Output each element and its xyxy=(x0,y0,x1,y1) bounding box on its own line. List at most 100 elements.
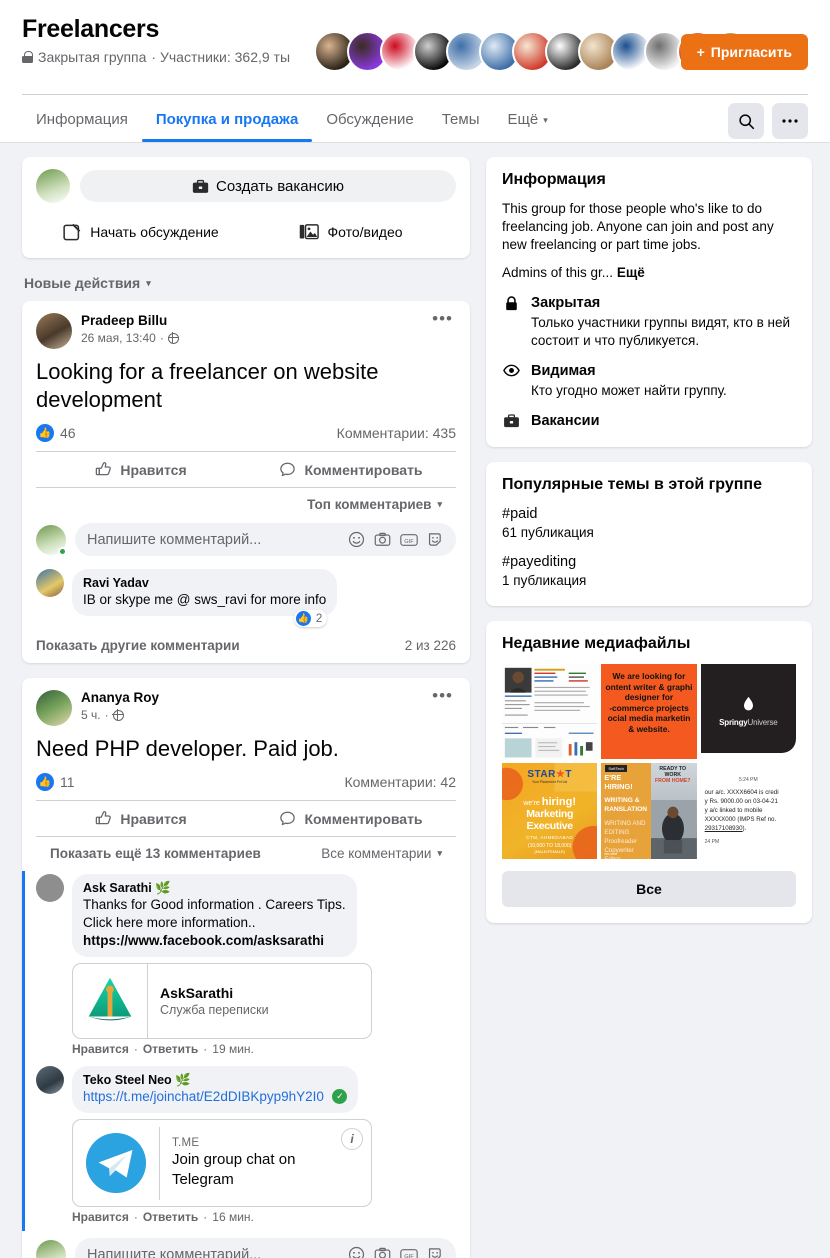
comment-text: IB or skype me @ sws_ravi for more info xyxy=(83,592,327,607)
attachment-title: AskSarathi xyxy=(160,984,234,1001)
more-options-button[interactable] xyxy=(772,103,808,139)
like-button[interactable]: Нравится xyxy=(36,452,246,487)
post-reaction-count[interactable]: 46 xyxy=(60,425,76,441)
tab-3[interactable]: Темы xyxy=(428,95,494,142)
comment-author-avatar[interactable] xyxy=(36,569,64,597)
tab-0[interactable]: Информация xyxy=(22,95,142,142)
create-job-label: Создать вакансию xyxy=(216,177,344,195)
link-attachment-card[interactable]: T.ME Join group chat on Telegram i xyxy=(72,1119,372,1207)
photo-video-button[interactable]: Фото/видео xyxy=(246,211,456,252)
comment-input[interactable]: Напишите комментарий... GIF xyxy=(75,523,456,556)
post-comment-count[interactable]: Комментарии: 42 xyxy=(344,774,456,790)
post-author-avatar[interactable] xyxy=(36,690,72,726)
post-comment-count[interactable]: Комментарии: 435 xyxy=(337,425,456,441)
post-menu-button[interactable]: ••• xyxy=(429,310,456,327)
comment-input-placeholder: Напишите комментарий... xyxy=(87,531,262,548)
comment-bubble: Teko Steel Neo 🌿 https://t.me/joinchat/E… xyxy=(72,1066,359,1113)
comment-author-name[interactable]: Ask Sarathi 🌿 xyxy=(83,880,346,896)
about-see-more-button[interactable]: Ещё xyxy=(617,265,645,280)
post-author-name[interactable]: Ananya Roy xyxy=(81,690,159,706)
comments-sort-bar: Топ комментариев ▾ xyxy=(36,487,456,516)
globe-icon xyxy=(167,332,179,344)
comment-reaction-chip[interactable]: 👍 2 xyxy=(293,610,328,627)
tab-4[interactable]: Ещё ▾ xyxy=(494,95,562,142)
about-admins-text: Admins of this gr... xyxy=(502,265,614,280)
tab-2[interactable]: Обсуждение xyxy=(312,95,427,142)
media-thumb-sms-receipt[interactable]: 5:24 PM our a/c. XXXX6604 is credi y Rs. … xyxy=(700,763,796,859)
comment-link[interactable]: https://www.facebook.com/asksarathi xyxy=(83,932,346,950)
camera-icon[interactable] xyxy=(374,1246,391,1258)
page-title: Freelancers xyxy=(22,15,160,43)
svg-text:GIF: GIF xyxy=(404,538,414,544)
media-thumb-hiring-orange[interactable]: We are looking for ontent writer & graphi… xyxy=(601,664,697,760)
comment-bubble-icon xyxy=(280,811,296,826)
like-reaction-icon: 👍 xyxy=(295,611,311,626)
post-timestamp: 5 ч. · xyxy=(81,708,159,722)
new-activity-filter[interactable]: Новые действия ▾ xyxy=(22,273,470,301)
thumbs-up-icon xyxy=(96,811,112,825)
like-button[interactable]: Нравится xyxy=(36,801,246,836)
comment-reply-button[interactable]: Ответить xyxy=(143,1042,198,1056)
telegram-icon xyxy=(73,1120,159,1206)
emoji-icon[interactable] xyxy=(348,1246,365,1258)
current-user-avatar xyxy=(36,524,67,556)
comment-like-button[interactable]: Нравится xyxy=(72,1042,129,1056)
comment-button-label: Комментировать xyxy=(304,810,423,827)
camera-icon[interactable] xyxy=(374,531,391,548)
post-author-name[interactable]: Pradeep Billu xyxy=(81,313,179,329)
info-icon[interactable]: i xyxy=(341,1128,363,1150)
comment-author-name[interactable]: Teko Steel Neo 🌿 xyxy=(83,1072,347,1088)
media-thumb-resume-screenshot[interactable] xyxy=(502,664,598,760)
comment-author-avatar[interactable] xyxy=(36,874,64,902)
comment-like-button[interactable]: Нравится xyxy=(72,1210,129,1224)
comment-button-label: Комментировать xyxy=(304,461,423,478)
plus-icon: + xyxy=(696,44,705,60)
search-button[interactable] xyxy=(728,103,764,139)
about-card: Информация This group for those people w… xyxy=(486,157,812,447)
new-activity-label: Новые действия xyxy=(24,275,141,291)
post-composer: Создать вакансию Начать обсуждение Фото/… xyxy=(22,157,470,258)
sticker-icon[interactable] xyxy=(427,531,444,548)
link-attachment-card[interactable]: AskSarathi Служба переписки xyxy=(72,963,372,1039)
attachment-domain: T.ME xyxy=(172,1136,200,1149)
emoji-icon[interactable] xyxy=(348,531,365,548)
comment-button[interactable]: Комментировать xyxy=(246,452,456,487)
show-more-comments-button[interactable]: Показать другие комментарии xyxy=(36,638,240,653)
tab-1[interactable]: Покупка и продажа xyxy=(141,95,313,142)
eye-icon xyxy=(502,362,520,400)
comment-reply-button[interactable]: Ответить xyxy=(143,1210,198,1224)
see-all-media-button[interactable]: Все xyxy=(502,870,796,907)
comment-button[interactable]: Комментировать xyxy=(246,801,456,836)
post-reaction-count[interactable]: 11 xyxy=(60,774,75,790)
comment-bubble: Ravi Yadav IB or skype me @ sws_ravi for… xyxy=(72,569,338,616)
comment-author-name[interactable]: Ravi Yadav xyxy=(83,575,326,591)
current-user-avatar xyxy=(36,169,70,203)
start-discussion-button[interactable]: Начать обсуждение xyxy=(36,211,246,252)
media-thumb-star-it-hiring[interactable]: STAR★T Your Placement Pvt Ltd we're hiri… xyxy=(502,763,598,859)
post-time-label: 5 ч. xyxy=(81,708,101,722)
create-job-input[interactable]: Создать вакансию xyxy=(80,170,456,202)
facebook-group-page: Freelancers Закрытая группа · Участники:… xyxy=(0,0,830,1258)
comment-input[interactable]: Напишите комментарий... GIF xyxy=(75,1238,456,1258)
media-thumb-springy-universe[interactable]: SpringyUniverse xyxy=(700,664,796,760)
post-menu-button[interactable]: ••• xyxy=(429,687,456,704)
topic-item[interactable]: #paid 61 публикация xyxy=(502,505,796,542)
comment-author-avatar[interactable] xyxy=(36,1066,64,1094)
group-privacy-label: Закрытая группа xyxy=(38,49,147,65)
invite-button[interactable]: + Пригласить xyxy=(680,34,808,70)
comments-sort-button[interactable]: Топ комментариев ▾ xyxy=(307,497,442,512)
gif-icon[interactable]: GIF xyxy=(400,1247,418,1258)
media-thumb-writing-translation[interactable]: E'RE HIRING! WRITING & RANSLATION WRITING… xyxy=(601,763,697,859)
search-icon xyxy=(738,113,754,129)
show-more-comments-button[interactable]: Показать ещё 13 комментариев xyxy=(50,846,261,861)
gif-icon[interactable]: GIF xyxy=(400,532,418,548)
comment-meta: Нравится · Ответить · 19 мин. xyxy=(72,1042,254,1056)
about-item-private: Закрытая Только участники группы видят, … xyxy=(502,294,796,350)
comment-link[interactable]: https://t.me/joinchat/E2dDIBKpyp9hY2I0 xyxy=(83,1089,324,1104)
topic-item[interactable]: #payediting 1 публикация xyxy=(502,553,796,590)
comment-author-label: Ask Sarathi xyxy=(83,881,152,895)
post-author-avatar[interactable] xyxy=(36,313,72,349)
comment-input-placeholder: Напишите комментарий... xyxy=(87,1246,262,1258)
sticker-icon[interactable] xyxy=(427,1246,444,1258)
comments-sort-button[interactable]: Все комментарии ▾ xyxy=(321,846,442,861)
